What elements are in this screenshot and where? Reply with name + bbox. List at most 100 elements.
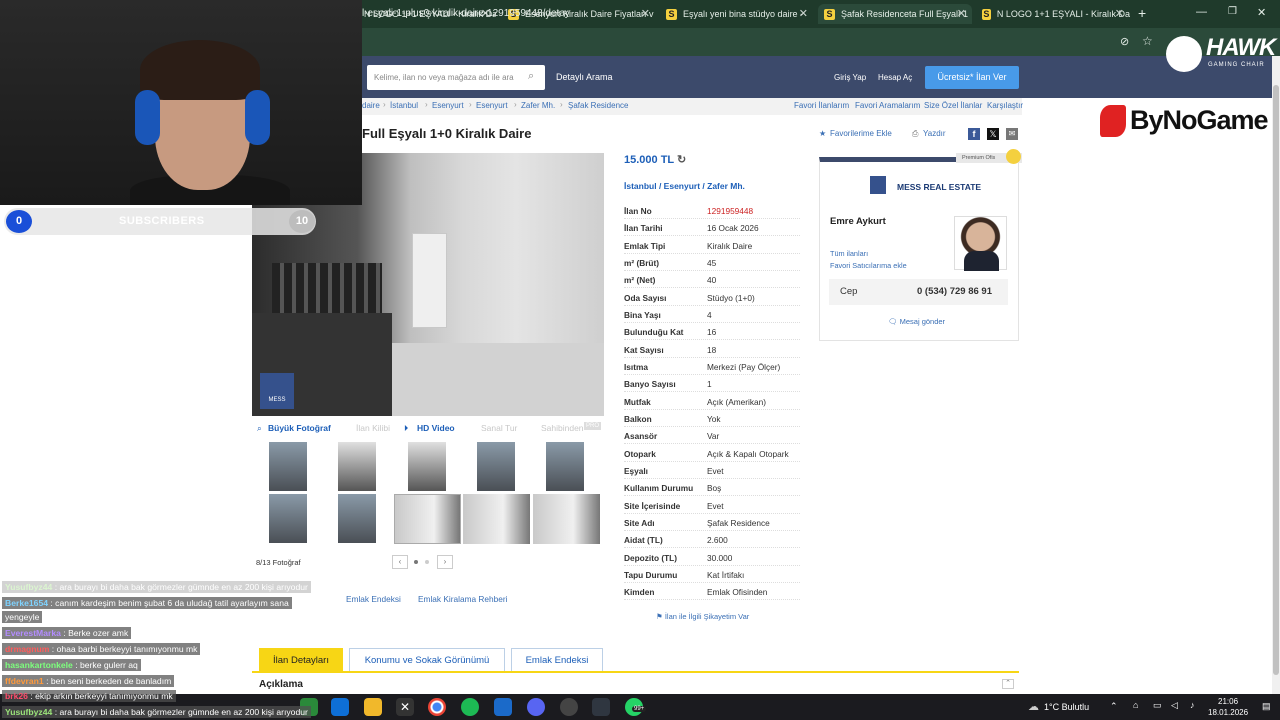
hawk-tagline: GAMING CHAIR — [1208, 62, 1265, 68]
login-link[interactable]: Giriş Yap — [834, 73, 866, 82]
detail-row: Balkon Yok — [624, 410, 800, 427]
file-explorer-icon[interactable] — [364, 698, 382, 716]
breadcrumb-item[interactable]: İstanbul — [390, 101, 418, 110]
tab-label: Eşyalı yeni bina stüdyo daire - — [683, 9, 804, 19]
detail-value: Evet — [707, 501, 724, 511]
network-icon[interactable]: ⌂ — [1133, 700, 1138, 710]
detail-value: Kat İrtifakı — [707, 570, 745, 580]
breadcrumb-item[interactable]: daire — [362, 101, 380, 110]
detail-label: Kat Sayısı — [624, 345, 664, 355]
spotify-icon[interactable] — [461, 698, 479, 716]
url-field[interactable]: l-esyali-1-plus0-kiralik-daire-129195944… — [362, 8, 570, 19]
email-icon[interactable]: ✉ — [1006, 128, 1018, 140]
complaint-label: İlan ile İlgili Şikayetim Var — [664, 612, 750, 621]
detail-label: Tapu Durumu — [624, 570, 678, 580]
obs-icon[interactable] — [560, 698, 578, 716]
big-photo-button[interactable]: Büyük Fotoğraf — [268, 423, 331, 433]
chrome-icon[interactable] — [428, 698, 446, 716]
photo-thumbnail[interactable] — [269, 494, 307, 543]
detail-value: 18 — [707, 345, 717, 355]
x-twitter-icon[interactable]: 𝕏 — [987, 128, 999, 140]
window-close-icon[interactable]: ✕ — [1257, 6, 1266, 19]
hd-video-button[interactable]: HD Video — [417, 423, 455, 433]
history-icon[interactable]: ↻ — [677, 154, 686, 166]
special-listings-link[interactable]: Size Özel İlanlar — [924, 101, 982, 110]
tab-real-estate-index[interactable]: Emlak Endeksi — [511, 648, 603, 672]
breadcrumb-item[interactable]: Esenyurt — [476, 101, 508, 110]
collapse-icon[interactable]: ⌃ — [1002, 679, 1014, 689]
complaint-link[interactable]: ⚑ İlan ile İlgili Şikayetim Var — [656, 612, 749, 621]
star-icon[interactable]: ☆ — [1142, 34, 1153, 48]
register-link[interactable]: Hesap Aç — [878, 73, 912, 82]
photo-thumbnail[interactable] — [463, 494, 530, 544]
chat-text: : ekip arkın berkeyyi tanımıyonmu mk — [30, 691, 173, 701]
breadcrumb-item[interactable]: Şafak Residence — [568, 101, 628, 110]
photo-thumbnail[interactable] — [546, 442, 584, 491]
search-icon[interactable]: ⌕ — [528, 70, 534, 83]
photo-thumbnail-selected[interactable] — [394, 494, 461, 544]
favorite-seller-link[interactable]: Favori Satıcılarıma ekle — [830, 261, 907, 270]
xbox-icon[interactable]: ✕ — [396, 698, 414, 716]
print-link[interactable]: Yazdır — [923, 129, 946, 138]
close-icon[interactable]: ✕ — [799, 7, 808, 20]
add-favorite-link[interactable]: Favorilerime Ekle — [830, 129, 892, 138]
photo-thumbnail[interactable] — [477, 442, 515, 491]
post-ad-button[interactable]: Ücretsiz* İlan Ver — [925, 66, 1019, 89]
detailed-search-link[interactable]: Detaylı Arama — [556, 72, 613, 82]
prev-photo-button[interactable]: ‹ — [392, 555, 408, 569]
folder-icon[interactable]: ▭ — [1153, 700, 1162, 711]
clock[interactable]: 21:06 18.01.2026 — [1208, 696, 1248, 718]
next-photo-button[interactable]: › — [437, 555, 453, 569]
rental-guide-link[interactable]: Emlak Kiralama Rehberi — [418, 594, 507, 604]
location-link[interactable]: İstanbul / Esenyurt / Zafer Mh. — [624, 181, 745, 191]
firm-logo[interactable] — [870, 176, 886, 194]
compare-link[interactable]: Karşılaştır — [987, 101, 1023, 110]
steam-icon[interactable] — [494, 698, 512, 716]
detail-row: Bina Yaşı 4 — [624, 306, 800, 323]
browser-tab[interactable]: S Eşyalı yeni bina stüdyo daire - ✕ — [660, 4, 814, 24]
browser-tab-active[interactable]: S Şafak Residenceta Full Eşyalı 1 ✕ — [818, 4, 972, 24]
restore-icon[interactable]: ❐ — [1228, 6, 1237, 17]
new-tab-button[interactable]: + — [1138, 5, 1146, 21]
eye-off-icon[interactable]: ⊘ — [1120, 35, 1129, 48]
discord-icon[interactable] — [527, 698, 545, 716]
photo-thumbnail[interactable] — [408, 442, 446, 491]
chevron-up-icon[interactable]: ⌃ — [1110, 701, 1118, 712]
close-icon[interactable]: ✕ — [957, 7, 966, 20]
chat-message: ffdevran1 : ben seni berkeden de banladı… — [2, 675, 175, 687]
photo-thumbnail[interactable] — [533, 494, 600, 544]
photo-thumbnail[interactable] — [269, 442, 307, 491]
speaker-icon[interactable]: ◁ — [1171, 700, 1178, 711]
notifications-icon[interactable]: ▤ — [1262, 701, 1271, 712]
tab-location-street-view[interactable]: Konumu ve Sokak Görünümü — [349, 648, 505, 672]
close-icon[interactable]: ✕ — [641, 7, 650, 20]
breadcrumb-item[interactable]: Esenyurt — [432, 101, 464, 110]
facebook-icon[interactable]: f — [968, 128, 980, 140]
weather-widget[interactable]: 1°C Bulutlu — [1044, 702, 1089, 712]
favorite-searches-link[interactable]: Favori Aramalarım — [855, 101, 920, 110]
detail-label: Otopark — [624, 449, 656, 459]
page-title: Full Eşyalı 1+0 Kiralık Daire — [362, 126, 532, 141]
browser-tab[interactable]: S N LOGO 1+1 EŞYALI - Kiralık Da ✕ — [976, 4, 1130, 24]
virtual-tour-button: Sanal Tur — [481, 423, 518, 433]
all-ads-link[interactable]: Tüm ilanları — [830, 249, 868, 258]
detail-value: Yok — [707, 414, 721, 424]
detail-row: İlan No 1291959448 — [624, 202, 800, 219]
firm-name[interactable]: MESS REAL ESTATE — [897, 182, 981, 192]
scrollbar-thumb[interactable] — [1273, 85, 1279, 675]
app-icon[interactable] — [592, 698, 610, 716]
chat-message: yengeyle — [2, 611, 43, 623]
search-input[interactable]: Kelime, ilan no veya mağaza adı ile ara — [367, 65, 545, 90]
photo-thumbnail[interactable] — [338, 494, 376, 543]
phone-number[interactable]: 0 (534) 729 86 91 — [917, 286, 992, 297]
send-message-link[interactable]: 🗨 Mesaj gönder — [888, 317, 945, 326]
real-estate-index-link[interactable]: Emlak Endeksi — [346, 594, 401, 604]
mail-icon[interactable] — [331, 698, 349, 716]
minimize-icon[interactable]: — — [1196, 6, 1207, 18]
close-icon[interactable]: ✕ — [1115, 7, 1124, 20]
photo-thumbnail[interactable] — [338, 442, 376, 491]
chat-text: : ben seni berkeden de banladım — [46, 676, 172, 686]
volume-icon[interactable]: ♪ — [1190, 700, 1195, 710]
favorite-listings-link[interactable]: Favori İlanlarım — [794, 101, 849, 110]
breadcrumb-item[interactable]: Zafer Mh. — [521, 101, 555, 110]
